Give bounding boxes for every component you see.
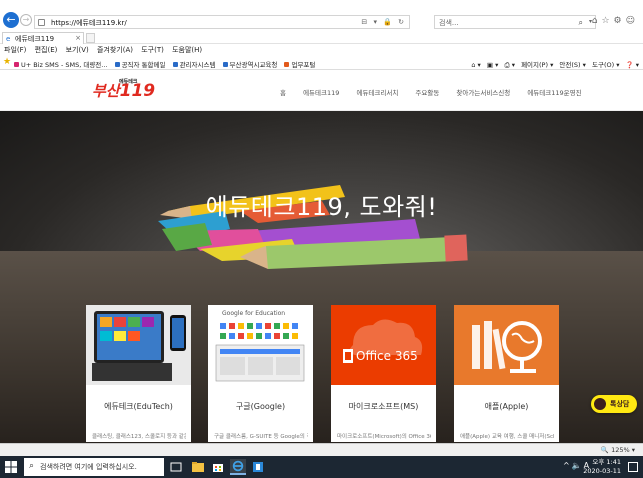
site-header: 부산 에듀테크 119 홈 에듀테크119 에듀테크리서치 주요활동 찾아가는서비스… (0, 71, 643, 111)
gear-icon[interactable]: ⚙ (614, 16, 626, 26)
card-title: 애플(Apple) (484, 402, 529, 411)
favorite-item[interactable]: 부산광역시교육청 (222, 61, 277, 69)
menu-help[interactable]: 도움말(H) (172, 44, 202, 56)
card-title: 마이크로소프트(MS) (348, 402, 419, 411)
menu-view[interactable]: 보기(V) (66, 44, 89, 56)
nav-research[interactable]: 에듀테크리서치 (356, 89, 398, 97)
search-icon[interactable]: ⌕ (579, 18, 583, 28)
clock-date: 2020-03-11 (583, 467, 621, 475)
back-button[interactable]: ← (3, 12, 19, 28)
volume-icon[interactable]: 🔈 (572, 461, 584, 470)
clock-time: 오후 1:41 (592, 458, 621, 466)
close-icon[interactable]: × (75, 34, 81, 42)
search-icon: ⌕ (29, 461, 35, 471)
taskbar: ⌕ 검색하려면 여기에 입력하십시오. ^🔈A 오후 1:41 2020-03-… (0, 456, 643, 478)
search-input[interactable]: 검색... ⌕ ▾ (434, 15, 596, 29)
windows-start-icon[interactable] (5, 461, 17, 473)
favorite-icon (172, 62, 178, 67)
zoom-level[interactable]: 🔍 125% ▾ (601, 446, 635, 454)
print-icon[interactable]: ⎙ ▾ (504, 61, 515, 69)
office-logo-label: Office 365 (356, 349, 418, 363)
notification-icon[interactable] (628, 462, 638, 472)
google-education-image (208, 305, 313, 385)
nav-service-request[interactable]: 찾아가는서비스신청 (456, 89, 510, 97)
card-edutech[interactable]: 에듀테크(EduTech) 클래스팅, 클래스123, 스쿨로지 등과 같은 (86, 305, 191, 442)
office365-image (331, 305, 436, 385)
nav-home[interactable]: 홈 (280, 89, 286, 97)
card-desc: 마이크로소프트(Microsoft)의 Office 365 (337, 434, 431, 440)
apple-education-image (454, 305, 559, 385)
new-tab-button[interactable] (86, 33, 95, 43)
help-menu[interactable]: ❓ ▾ (626, 61, 639, 69)
card-microsoft[interactable]: Office 365 마이크로소프트(MS) 마이크로소프트(Microsoft… (331, 305, 436, 442)
hero-title: 에듀테크119, 도와줘! (205, 193, 438, 221)
favorite-icon (114, 62, 120, 67)
address-input[interactable]: https://에듀테크119.kr/ ⊟ ▾ 🔒 ↻ (34, 15, 410, 29)
favorite-item[interactable]: 공직자 통합메일 (114, 61, 166, 69)
favorites-bar: ★ U+ Biz SMS - SMS, 대량전... 공직자 통합메일 관리자시… (0, 56, 643, 70)
search-placeholder: 검색... (439, 19, 459, 27)
feed-icon[interactable]: ▣ ▾ (487, 61, 498, 69)
site-nav: 홈 에듀테크119 에듀테크리서치 주요활동 찾아가는서비스신청 에듀테크119… (280, 87, 597, 97)
kakao-label: 톡상담 (610, 400, 630, 408)
card-desc: 클래스팅, 클래스123, 스쿨로지 등과 같은 (92, 434, 186, 440)
clock[interactable]: 오후 1:41 2020-03-11 (583, 458, 621, 476)
favicon-icon: e (6, 35, 11, 43)
page-menu[interactable]: 페이지(P) ▾ (521, 61, 553, 69)
tools-menu[interactable]: 도구(O) ▾ (592, 61, 619, 69)
browser-toolbar-icons[interactable]: ⌂☆⚙☺ (592, 16, 639, 26)
favorite-icon (14, 62, 19, 67)
card-desc: 구글 클래스룸, G-SUITE 등 Google의 각종 (214, 434, 308, 440)
smiley-icon[interactable]: ☺ (626, 16, 639, 26)
kakao-chat-button[interactable]: 톡상담 (591, 395, 637, 413)
favorite-icon (222, 62, 228, 67)
command-bar: ⌂ ▾ ▣ ▾ ⎙ ▾ 페이지(P) ▾ 안전(S) ▾ 도구(O) ▾ ❓ ▾ (467, 59, 639, 70)
tab-strip: e 에듀테크119 × (0, 32, 643, 44)
site-logo[interactable]: 부산 에듀테크 119 (92, 79, 155, 102)
ipad-image (86, 305, 191, 385)
card-google[interactable]: Google for Education 구글(Google) 구글 클래스룸,… (208, 305, 313, 442)
menu-edit[interactable]: 편집(E) (35, 44, 58, 56)
task-view-icon[interactable] (168, 459, 184, 475)
nav-activities[interactable]: 주요활동 (415, 89, 439, 97)
forward-button[interactable]: → (20, 14, 32, 26)
chevron-up-icon[interactable]: ^ (563, 461, 572, 470)
tab-label: 에듀테크119 (15, 35, 55, 43)
menu-favorites[interactable]: 즐겨찾기(A) (97, 44, 133, 56)
menu-file[interactable]: 파일(F) (4, 44, 26, 56)
favorite-item[interactable]: U+ Biz SMS - SMS, 대량전... (14, 61, 107, 69)
internet-explorer-icon[interactable] (230, 459, 246, 475)
card-title: 에듀테크(EduTech) (104, 402, 173, 411)
tab-active[interactable]: e 에듀테크119 × (2, 32, 84, 44)
home-icon[interactable]: ⌂ (592, 16, 602, 26)
google-edu-label: Google for Education (222, 310, 286, 317)
menu-bar: 파일(F) 편집(E) 보기(V) 즐겨찾기(A) 도구(T) 도움말(H) (0, 44, 643, 56)
taskbar-search-placeholder: 검색하려면 여기에 입력하십시오. (40, 463, 137, 471)
address-controls[interactable]: ⊟ ▾ 🔒 ↻ (361, 18, 406, 26)
nav-edutech119[interactable]: 에듀테크119 (303, 89, 339, 97)
menu-tools[interactable]: 도구(T) (141, 44, 164, 56)
star-icon[interactable]: ☆ (601, 16, 613, 26)
store-icon[interactable] (210, 459, 226, 475)
chat-bubble-icon (594, 398, 606, 410)
page-icon (38, 19, 45, 26)
nav-staff[interactable]: 에듀테크119운영진 (527, 89, 581, 97)
card-apple[interactable]: 애플(Apple) 애플(Apple) 교육 여행, 스쿨 매니저(School (454, 305, 559, 442)
url-text: https://에듀테크119.kr/ (51, 19, 127, 27)
safety-menu[interactable]: 안전(S) ▾ (559, 61, 586, 69)
address-bar-area: ← → https://에듀테크119.kr/ ⊟ ▾ 🔒 ↻ 검색... ⌕ … (0, 0, 643, 32)
favorite-item[interactable]: 관리자시스템 (172, 61, 215, 69)
status-bar: 🔍 125% ▾ (0, 443, 643, 456)
favorite-icon (284, 62, 290, 67)
file-explorer-icon[interactable] (190, 459, 206, 475)
card-desc: 애플(Apple) 교육 여행, 스쿨 매니저(School (460, 434, 554, 440)
favorite-item[interactable]: 업무포털 (284, 61, 315, 69)
card-title: 구글(Google) (235, 402, 286, 411)
favorites-star-icon[interactable]: ★ (3, 57, 11, 67)
taskbar-search-input[interactable]: ⌕ 검색하려면 여기에 입력하십시오. (24, 458, 164, 476)
app-icon[interactable] (250, 459, 266, 475)
home-icon[interactable]: ⌂ ▾ (471, 61, 480, 69)
